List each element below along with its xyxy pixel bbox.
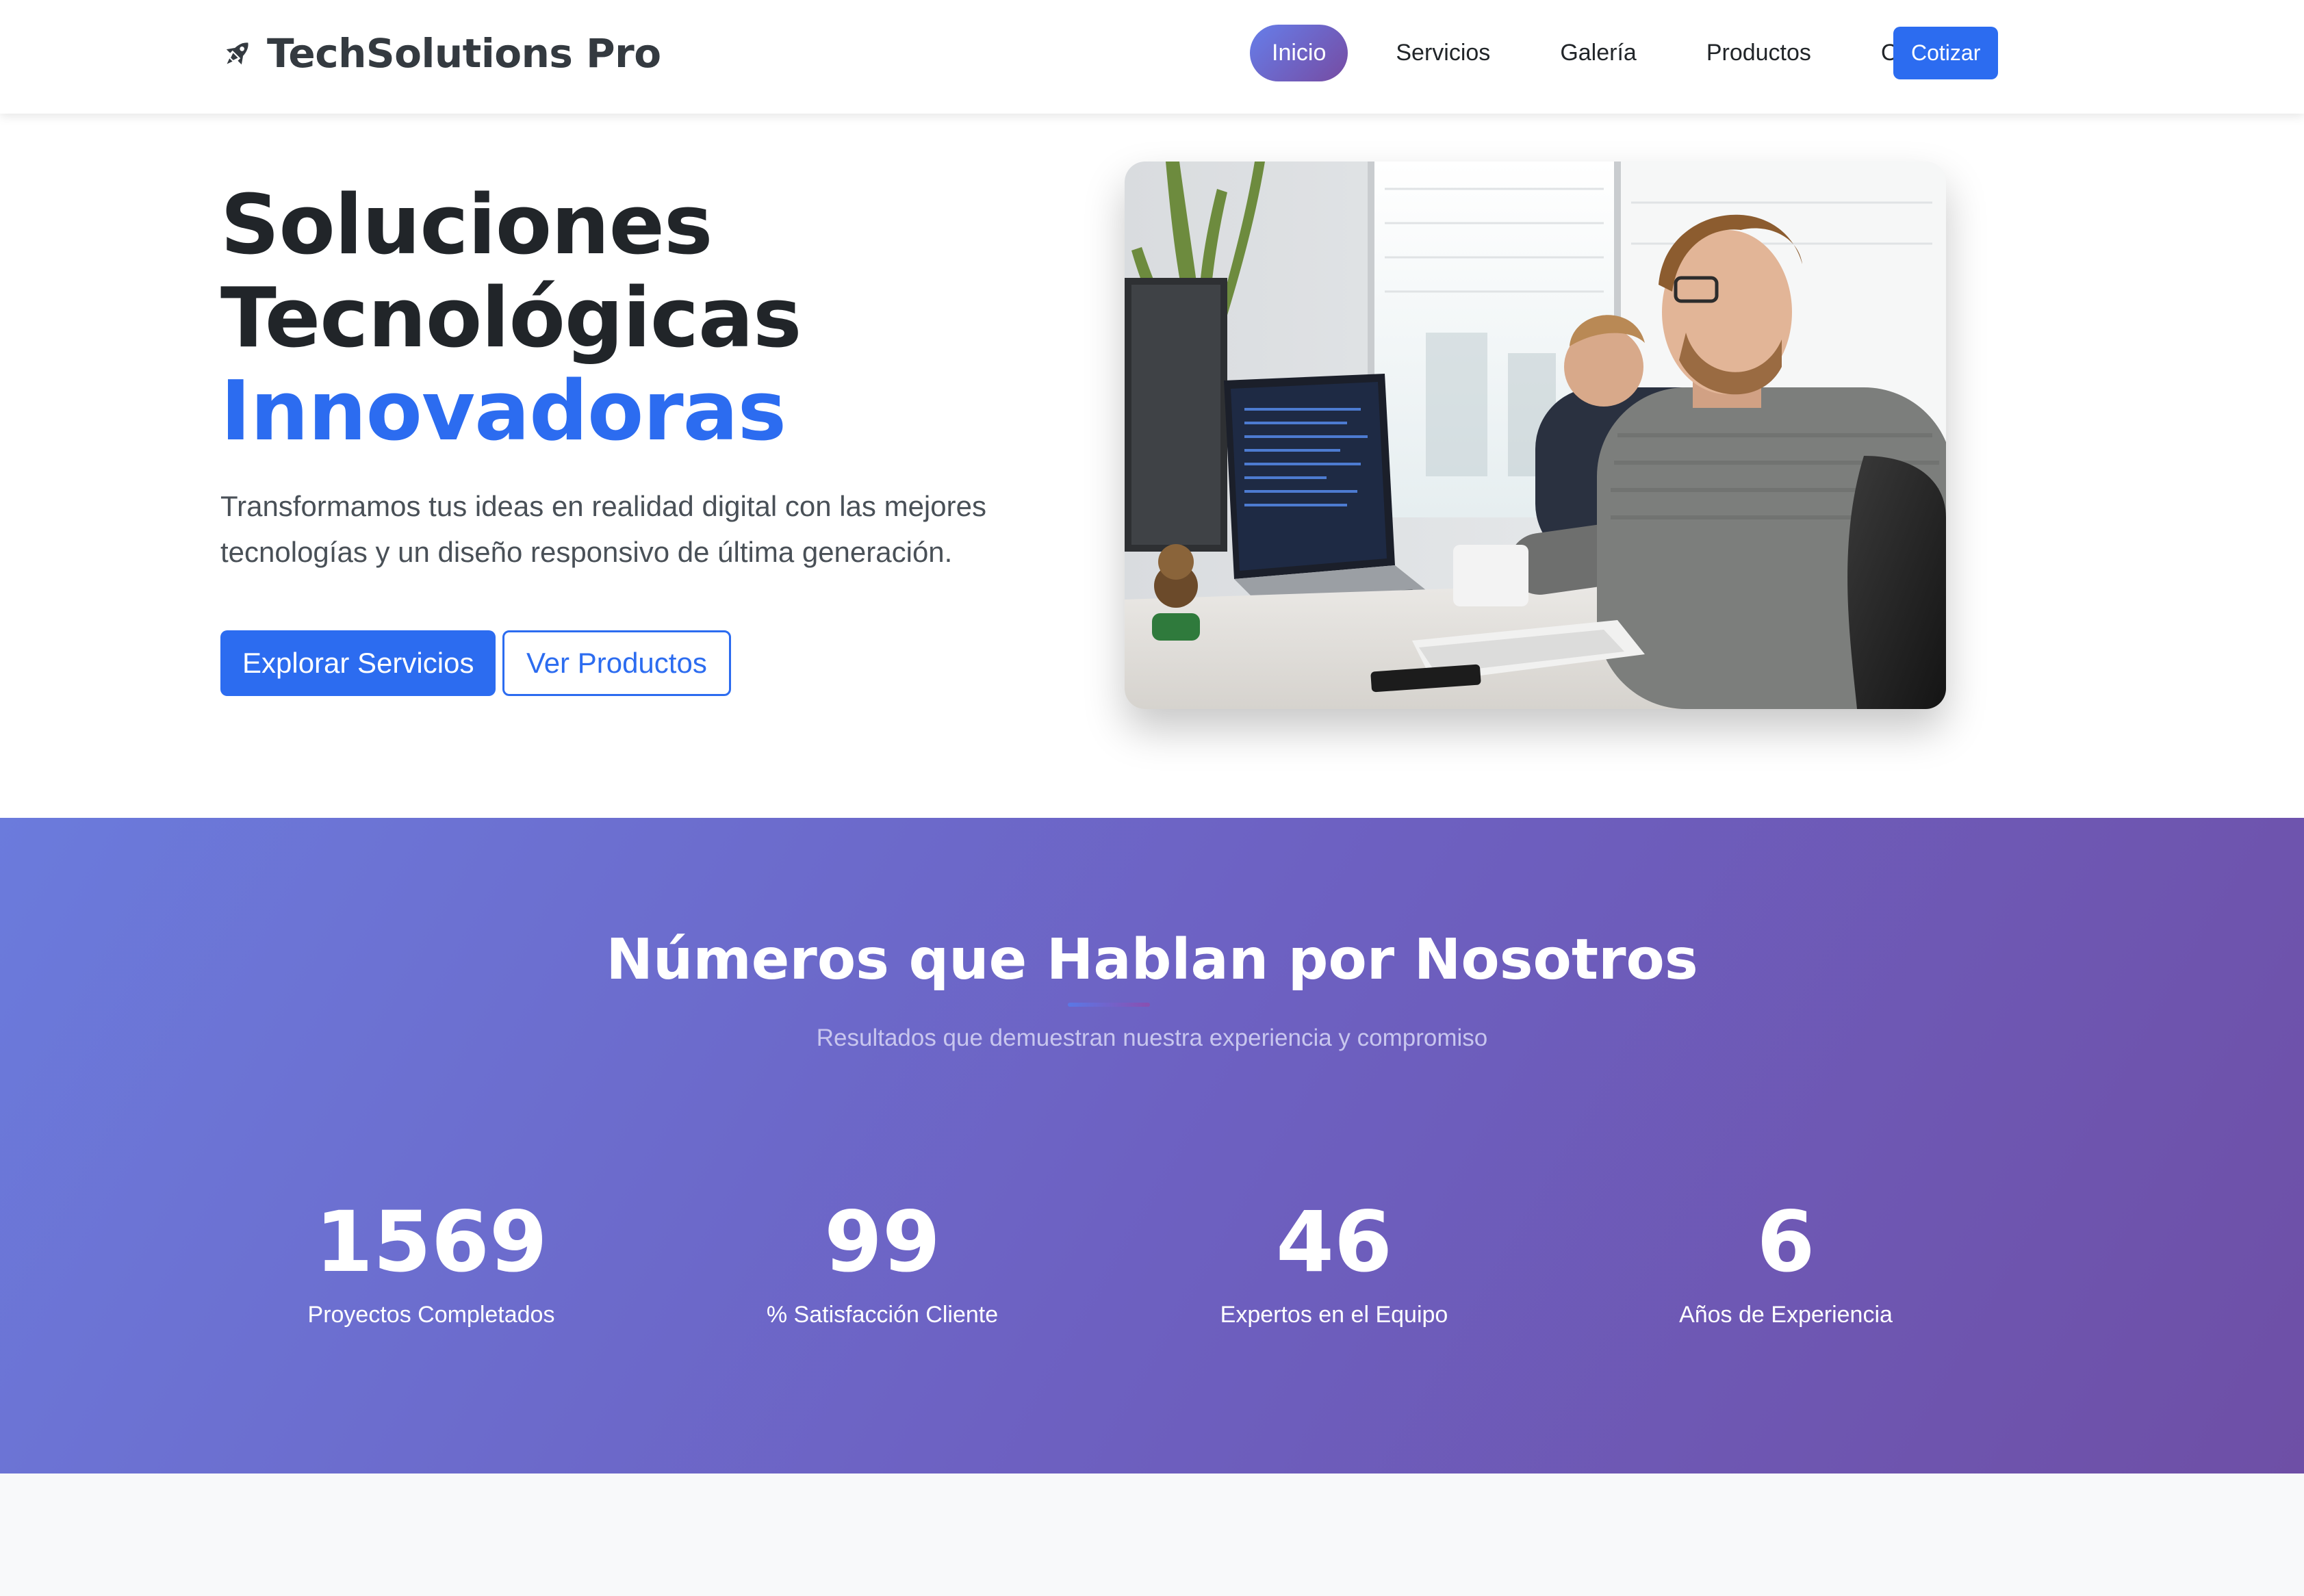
stat-experts: 46 Expertos en el Equipo — [1122, 1198, 1546, 1328]
stat-label: % Satisfacción Cliente — [766, 1302, 999, 1328]
explore-services-button[interactable]: Explorar Servicios — [220, 630, 496, 696]
view-products-button[interactable]: Ver Productos — [502, 630, 731, 696]
stats-subtitle: Resultados que demuestran nuestra experi… — [816, 1025, 1488, 1051]
nav-item-servicios[interactable]: Servicios — [1374, 26, 1512, 80]
next-section — [0, 1473, 2304, 1596]
hero-office-photo — [1125, 162, 1946, 709]
title-divider — [1068, 1003, 1150, 1007]
brand-name: TechSolutions Pro — [267, 30, 661, 77]
stat-label: Años de Experiencia — [1679, 1302, 1893, 1328]
stat-projects: 1569 Proyectos Completados — [219, 1198, 643, 1328]
stat-label: Proyectos Completados — [307, 1302, 555, 1328]
rocket-icon — [226, 42, 248, 65]
stats-title: Números que Hablan por Nosotros — [606, 927, 1698, 992]
hero-title-line-2: Tecnológicas — [220, 271, 802, 366]
nav-item-inicio[interactable]: Inicio — [1250, 25, 1348, 81]
stat-number: 99 — [824, 1194, 940, 1291]
stat-label: Expertos en el Equipo — [1220, 1302, 1448, 1328]
hero-title: Soluciones Tecnológicas Innovadoras — [220, 178, 802, 459]
brand-logo[interactable]: TechSolutions Pro — [220, 30, 661, 77]
stat-satisfaction: 99 % Satisfacción Cliente — [670, 1198, 1095, 1328]
hero-description: Transformamos tus ideas en realidad digi… — [220, 490, 986, 568]
top-navbar: TechSolutions Pro Inicio Servicios Galer… — [0, 0, 2304, 114]
cotizar-button[interactable]: Cotizar — [1893, 27, 1999, 79]
nav-item-productos[interactable]: Productos — [1685, 26, 1833, 80]
hero-title-line-1: Soluciones — [220, 178, 713, 273]
hero-section: Soluciones Tecnológicas Innovadoras Tran… — [0, 114, 2304, 818]
hero-title-accent: Innovadoras — [220, 364, 786, 459]
stat-number: 1569 — [315, 1194, 548, 1291]
nav-item-galeria[interactable]: Galería — [1538, 26, 1659, 80]
stat-number: 46 — [1276, 1194, 1392, 1291]
stats-section: Números que Hablan por Nosotros Resultad… — [0, 818, 2304, 1473]
stat-years: 6 Años de Experiencia — [1574, 1198, 1998, 1328]
stat-number: 6 — [1756, 1194, 1815, 1291]
main-nav: Inicio Servicios Galería Productos Conta… — [1224, 25, 1996, 81]
